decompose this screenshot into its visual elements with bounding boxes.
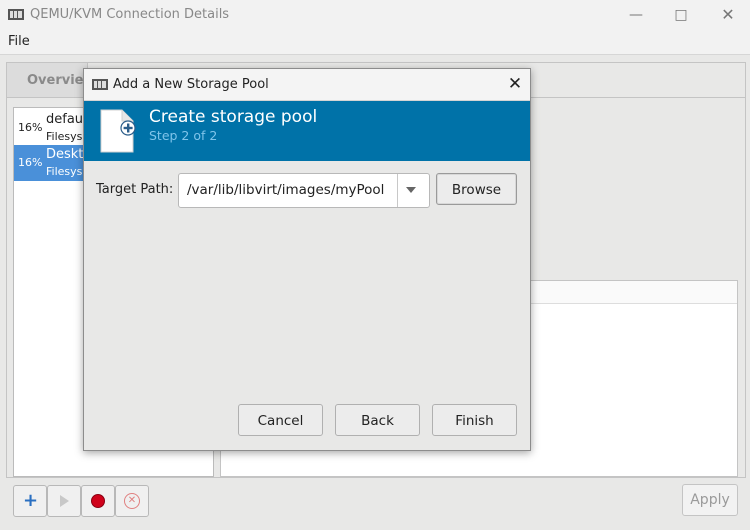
minimize-icon[interactable]: — bbox=[626, 5, 646, 25]
dialog-titlebar: Add a New Storage Pool ✕ bbox=[84, 69, 530, 101]
record-stop-icon bbox=[91, 494, 105, 508]
back-button[interactable]: Back bbox=[335, 404, 420, 436]
combo-divider bbox=[397, 174, 398, 207]
maximize-icon[interactable]: □ bbox=[671, 5, 691, 25]
target-path-combo[interactable]: /var/lib/libvirt/images/myPool bbox=[178, 173, 430, 208]
cancel-button[interactable]: Cancel bbox=[238, 404, 323, 436]
menubar: File bbox=[0, 30, 750, 55]
delete-pool-button[interactable]: ✕ bbox=[115, 485, 149, 517]
add-pool-button[interactable]: + bbox=[13, 485, 47, 517]
pool-type: Filesys bbox=[46, 130, 83, 143]
tab-overview-label: Overvie bbox=[27, 73, 84, 88]
main-window-title: QEMU/KVM Connection Details bbox=[30, 7, 230, 22]
vm-monitor-icon bbox=[8, 9, 24, 20]
start-pool-button[interactable] bbox=[47, 485, 81, 517]
finish-button[interactable]: Finish bbox=[432, 404, 517, 436]
target-path-label: Target Path: bbox=[96, 182, 174, 197]
main-titlebar: QEMU/KVM Connection Details — □ ✕ bbox=[0, 0, 750, 30]
dialog-title: Add a New Storage Pool bbox=[113, 77, 269, 92]
storage-document-add-icon bbox=[100, 109, 136, 153]
browse-button[interactable]: Browse bbox=[436, 173, 517, 205]
pool-usage: 16% bbox=[18, 156, 43, 169]
tab-overview[interactable]: Overvie bbox=[7, 63, 88, 97]
delete-circle-icon: ✕ bbox=[124, 493, 140, 509]
menu-file[interactable]: File bbox=[8, 34, 30, 49]
target-path-value: /var/lib/libvirt/images/myPool bbox=[187, 182, 385, 198]
header-title: Create storage pool bbox=[149, 107, 318, 127]
plus-icon: + bbox=[23, 490, 39, 511]
pool-name: defau bbox=[46, 112, 84, 127]
play-icon bbox=[60, 495, 69, 507]
dialog-header-banner: Create storage pool Step 2 of 2 bbox=[84, 101, 530, 161]
header-step: Step 2 of 2 bbox=[149, 128, 218, 143]
add-storage-pool-dialog: Add a New Storage Pool ✕ Create storage … bbox=[83, 68, 531, 451]
pool-usage: 16% bbox=[18, 121, 43, 134]
close-icon[interactable]: ✕ bbox=[718, 5, 738, 25]
apply-button[interactable]: Apply bbox=[682, 484, 738, 516]
close-icon[interactable]: ✕ bbox=[506, 74, 524, 94]
pool-name: Deskt bbox=[46, 147, 84, 162]
stop-pool-button[interactable] bbox=[81, 485, 115, 517]
pool-type: Filesys bbox=[46, 165, 83, 178]
chevron-down-icon[interactable] bbox=[406, 187, 416, 193]
vm-monitor-icon bbox=[92, 79, 108, 90]
